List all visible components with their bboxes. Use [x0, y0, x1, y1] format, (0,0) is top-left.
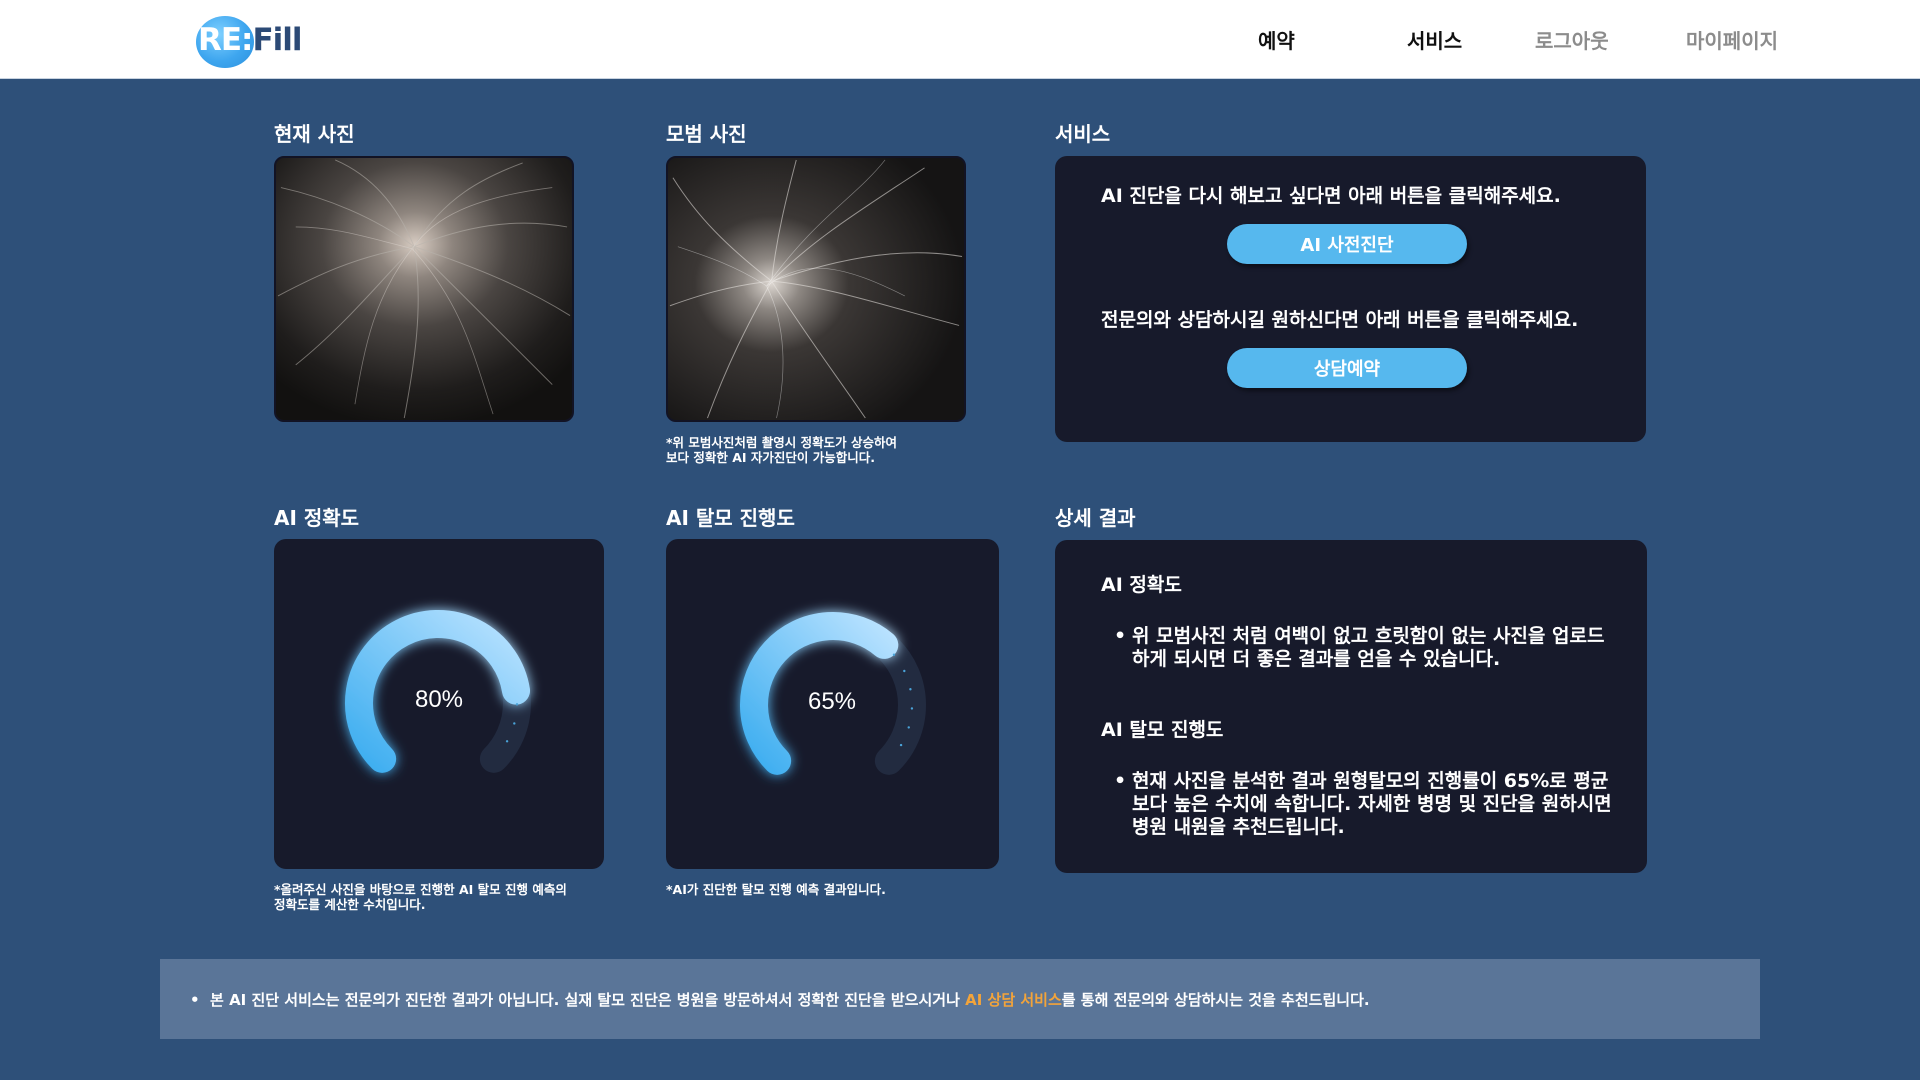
gauge-track-dot: [892, 653, 896, 656]
gauge-track-dot: [505, 740, 509, 743]
gauge-track-dot: [513, 722, 516, 725]
ai-progress-note: *AI가 진단한 탈모 진행 예측 결과입니다.: [666, 882, 886, 897]
logo-text-fill: Fill: [252, 22, 302, 58]
current-photo: [274, 156, 574, 422]
refill-logo[interactable]: RE:Fill: [196, 14, 306, 70]
gauge-track-dot: [515, 703, 519, 706]
details-progress-line1: 현재 사진을 분석한 결과 원형탈모의 진행률이 65%로 평균: [1132, 770, 1609, 792]
disclaimer-bar: • 본 AI 진단 서비스는 전문의가 진단한 결과가 아닙니다. 실재 탈모 …: [160, 959, 1760, 1039]
details-accuracy-heading: AI 정확도: [1101, 574, 1182, 596]
current-photo-title: 현재 사진: [274, 122, 355, 146]
header: RE:Fill 예약 서비스 로그아웃 마이페이지: [0, 0, 1920, 79]
details-progress-heading: AI 탈모 진행도: [1101, 719, 1224, 741]
model-photo-note-line2: 보다 정확한 AI 자가진단이 가능합니다.: [666, 450, 875, 465]
ai-accuracy-note-line1: *올려주신 사진을 바탕으로 진행한 AI 탈모 진행 예측의: [274, 882, 567, 897]
details-accuracy-line1: 위 모범사진 처럼 여백이 없고 흐릿함이 없는 사진을 업로드: [1132, 625, 1605, 647]
details-progress-line3: 병원 내원을 추천드립니다.: [1132, 816, 1345, 838]
gauge-track-dot: [903, 669, 906, 673]
disclaimer-text: • 본 AI 진단 서비스는 전문의가 진단한 결과가 아닙니다. 실재 탈모 …: [190, 989, 1370, 1010]
details-accuracy-bullet: • 위 모범사진 처럼 여백이 없고 흐릿함이 없는 사진을 업로드 하게 되시…: [1114, 625, 1632, 671]
model-photo-note-line1: *위 모범사진처럼 촬영시 정확도가 상승하여: [666, 435, 897, 450]
details-progress-line2: 보다 높은 수치에 속합니다. 자세한 병명 및 진단을 원하시면: [1132, 793, 1612, 815]
details-title: 상세 결과: [1055, 506, 1136, 530]
details-progress-bullet: • 현재 사진을 분석한 결과 원형탈모의 진행률이 65%로 평균 보다 높은…: [1114, 770, 1632, 839]
nav-service[interactable]: 서비스: [1407, 25, 1462, 54]
bullet-dot: •: [1114, 625, 1127, 647]
gauge-track-dot: [907, 726, 910, 729]
disclaimer-text-after: 를 통해 전문의와 상담하시는 것을 추천드립니다.: [1061, 991, 1370, 1009]
service-ai-instruction: AI 진단을 다시 해보고 싶다면 아래 버튼을 클릭해주세요.: [1101, 185, 1561, 207]
disclaimer-text-before: 본 AI 진단 서비스는 전문의가 진단한 결과가 아닙니다. 실재 탈모 진단…: [210, 991, 966, 1009]
ai-accuracy-note-line2: 정확도를 계산한 수치입니다.: [274, 897, 426, 912]
nav-mypage[interactable]: 마이페이지: [1686, 25, 1778, 54]
details-card: AI 정확도 • 위 모범사진 처럼 여백이 없고 흐릿함이 없는 사진을 업로…: [1055, 540, 1647, 873]
ai-progress-value: 65%: [807, 688, 857, 715]
details-accuracy-line2: 하게 되시면 더 좋은 결과를 얻을 수 있습니다.: [1132, 648, 1501, 670]
ai-accuracy-value: 80%: [414, 686, 464, 713]
gauge-track-dot: [899, 743, 903, 747]
bullet-dot: •: [1114, 770, 1127, 792]
logo-text: RE:Fill: [198, 22, 303, 58]
logo-text-re: RE:: [198, 22, 253, 58]
nav-reservation[interactable]: 예약: [1258, 25, 1295, 54]
consultation-reservation-button[interactable]: 상담예약: [1227, 348, 1467, 388]
ai-prediagnosis-button[interactable]: AI 사전진단: [1227, 224, 1467, 264]
model-photo: [666, 156, 966, 422]
model-photo-title: 모범 사진: [666, 122, 747, 146]
nav-logout[interactable]: 로그아웃: [1535, 25, 1609, 54]
ai-progress-title: AI 탈모 진행도: [666, 506, 795, 530]
service-consult-instruction: 전문의와 상담하시길 원하신다면 아래 버튼을 클릭해주세요.: [1101, 309, 1579, 331]
service-title: 서비스: [1055, 122, 1111, 146]
ai-progress-card: 65%: [666, 539, 999, 869]
ai-accuracy-card: 80%: [274, 539, 604, 869]
gauge-track-dot: [910, 707, 914, 710]
service-card: AI 진단을 다시 해보고 싶다면 아래 버튼을 클릭해주세요. AI 사전진단…: [1055, 156, 1646, 442]
disclaimer-bullet: •: [190, 991, 200, 1009]
ai-consult-service-link[interactable]: AI 상담 서비스: [965, 991, 1062, 1009]
ai-accuracy-title: AI 정확도: [274, 506, 360, 530]
gauge-track-dot: [909, 688, 912, 691]
